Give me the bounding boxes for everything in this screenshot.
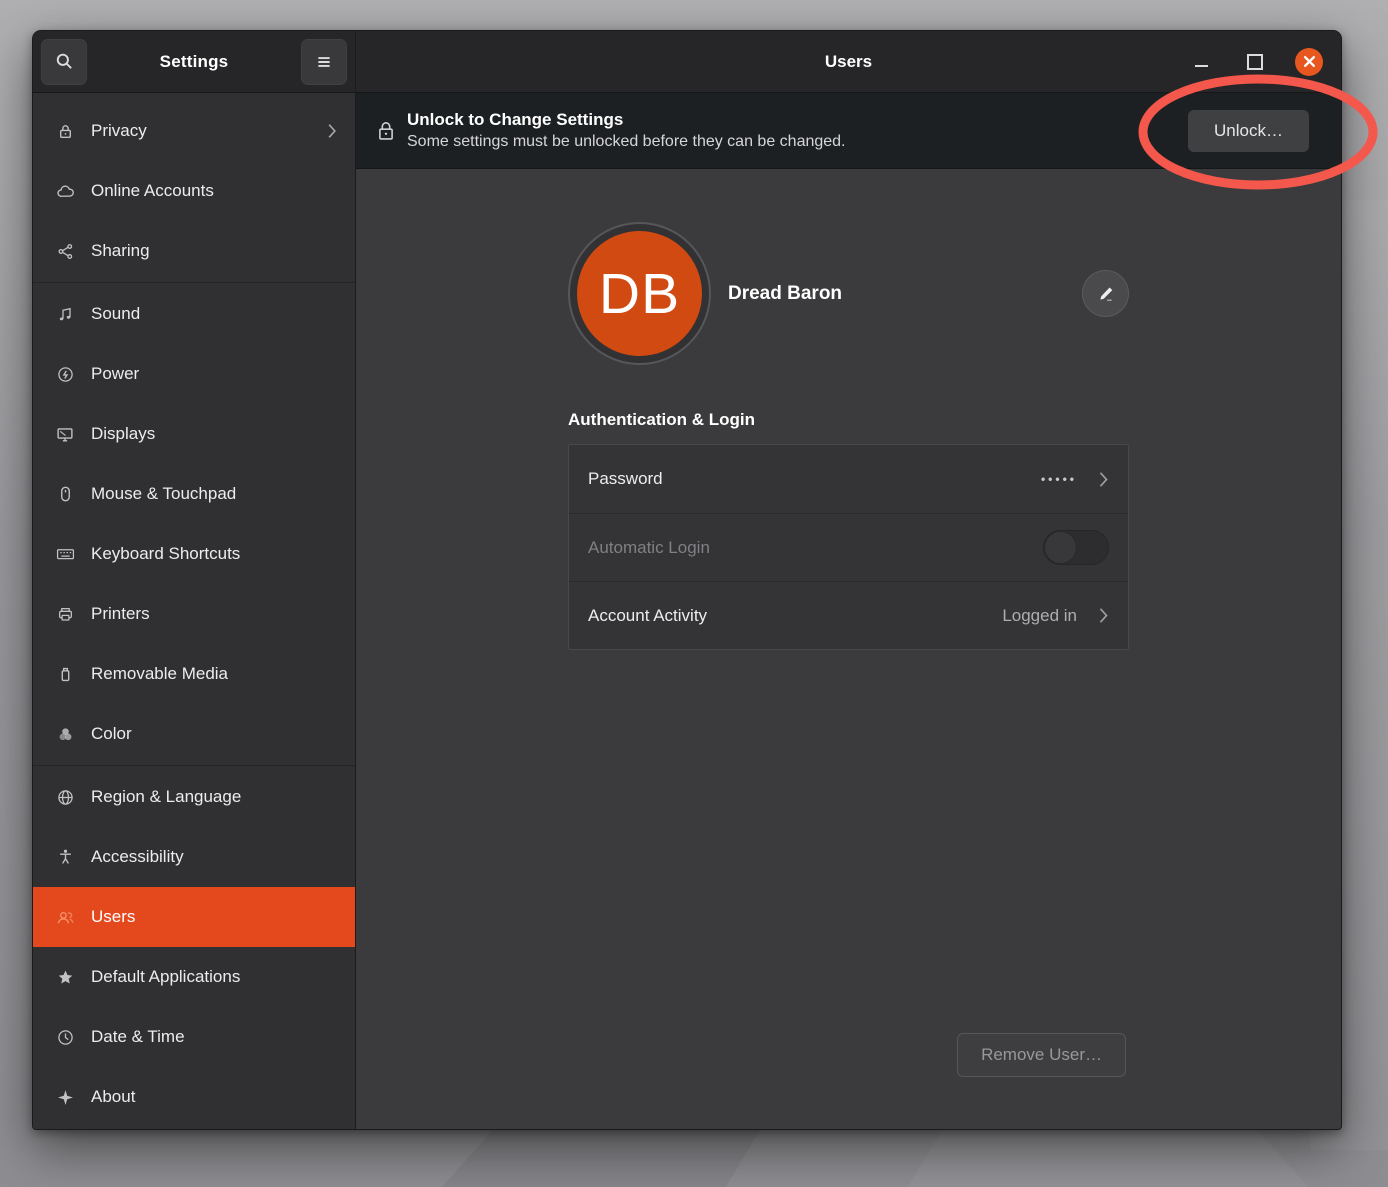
sidebar-item-region-language[interactable]: Region & Language <box>33 767 355 827</box>
people-icon <box>54 909 76 926</box>
sidebar-item-keyboard-shortcuts[interactable]: Keyboard Shortcuts <box>33 524 355 584</box>
power-icon <box>54 366 76 383</box>
automatic-login-toggle[interactable] <box>1043 530 1109 565</box>
automatic-login-row: Automatic Login <box>569 513 1128 581</box>
sidebar-item-label: Users <box>91 907 337 927</box>
display-icon <box>54 426 76 443</box>
auth-panel: Password ••••• Automatic Login <box>568 444 1129 650</box>
sidebar-item-default-applications[interactable]: Default Applications <box>33 947 355 1007</box>
keyboard-icon <box>54 546 76 562</box>
headerbar: Users <box>356 31 1341 93</box>
sidebar-item-users[interactable]: Users <box>33 887 355 947</box>
account-activity-label: Account Activity <box>588 606 1002 626</box>
sidebar-item-label: Color <box>91 724 337 744</box>
sidebar-item-about[interactable]: About <box>33 1067 355 1127</box>
sidebar: Settings Privacy <box>33 31 356 1129</box>
unlock-banner: Unlock to Change Settings Some settings … <box>356 93 1341 169</box>
unlock-banner-text: Unlock to Change Settings Some settings … <box>407 109 1177 153</box>
sidebar-item-label: Region & Language <box>91 787 337 807</box>
avatar: DB <box>577 231 702 356</box>
clock-icon <box>54 1029 76 1046</box>
pencil-icon <box>1097 285 1115 303</box>
window-close-button[interactable] <box>1295 48 1323 76</box>
sidebar-item-label: Power <box>91 364 337 384</box>
sidebar-item-power[interactable]: Power <box>33 344 355 404</box>
avatar-ring: DB <box>568 222 711 365</box>
sidebar-item-printers[interactable]: Printers <box>33 584 355 644</box>
music-note-icon <box>54 306 76 323</box>
users-content: DB Dread Baron Authentication & Login Pa <box>356 169 1341 1129</box>
menu-button[interactable] <box>301 39 347 85</box>
sidebar-item-label: Removable Media <box>91 664 337 684</box>
account-activity-row[interactable]: Account Activity Logged in <box>569 581 1128 649</box>
sidebar-item-label: Accessibility <box>91 847 337 867</box>
accessibility-person-icon <box>54 848 76 866</box>
sidebar-item-label: Sound <box>91 304 337 324</box>
sidebar-item-label: Printers <box>91 604 337 624</box>
main-panel: Users Unlock to Change Settings <box>356 31 1341 1129</box>
hamburger-menu-icon <box>315 53 333 71</box>
unlock-banner-title: Unlock to Change Settings <box>407 109 1177 132</box>
sidebar-item-privacy[interactable]: Privacy <box>33 101 355 161</box>
remove-user-button[interactable]: Remove User… <box>957 1033 1126 1077</box>
chevron-right-icon <box>1098 471 1109 488</box>
password-row[interactable]: Password ••••• <box>569 445 1128 513</box>
sidebar-separator <box>33 282 355 283</box>
app-title: Settings <box>95 52 293 72</box>
window-maximize-button[interactable] <box>1241 48 1269 76</box>
sparkle-icon <box>54 1089 76 1106</box>
sidebar-item-online-accounts[interactable]: Online Accounts <box>33 161 355 221</box>
sidebar-item-label: Mouse & Touchpad <box>91 484 337 504</box>
edit-name-button[interactable] <box>1082 270 1129 317</box>
user-identity-row: DB Dread Baron <box>568 222 1129 365</box>
automatic-login-label: Automatic Login <box>588 538 1043 558</box>
sidebar-item-sound[interactable]: Sound <box>33 284 355 344</box>
password-value: ••••• <box>1041 472 1077 486</box>
sidebar-item-label: Default Applications <box>91 967 337 987</box>
sidebar-item-removable-media[interactable]: Removable Media <box>33 644 355 704</box>
window-controls <box>1187 48 1341 76</box>
chevron-right-icon <box>1098 607 1109 624</box>
sidebar-item-label: Keyboard Shortcuts <box>91 544 337 564</box>
sidebar-item-label: Online Accounts <box>91 181 337 201</box>
sidebar-item-label: Displays <box>91 424 337 444</box>
sidebar-header: Settings <box>33 31 355 93</box>
color-circles-icon <box>54 726 76 743</box>
search-icon <box>55 52 74 71</box>
sidebar-item-label: Sharing <box>91 241 337 261</box>
close-icon <box>1303 55 1316 68</box>
lock-icon <box>376 120 396 142</box>
auth-section-title: Authentication & Login <box>568 410 1129 430</box>
chevron-right-icon <box>327 123 337 139</box>
globe-icon <box>54 789 76 806</box>
sidebar-separator <box>33 765 355 766</box>
settings-window: Settings Privacy <box>32 30 1342 1130</box>
lock-icon <box>54 123 76 140</box>
sidebar-item-accessibility[interactable]: Accessibility <box>33 827 355 887</box>
desktop-background: Settings Privacy <box>0 0 1388 1187</box>
sidebar-item-mouse-touchpad[interactable]: Mouse & Touchpad <box>33 464 355 524</box>
sidebar-item-label: About <box>91 1087 337 1107</box>
unlock-banner-subtitle: Some settings must be unlocked before th… <box>407 132 1177 153</box>
account-activity-value: Logged in <box>1002 606 1077 626</box>
mouse-icon <box>54 485 76 503</box>
password-label: Password <box>588 469 1041 489</box>
toggle-knob <box>1044 531 1077 564</box>
sidebar-item-color[interactable]: Color <box>33 704 355 764</box>
share-icon <box>54 243 76 260</box>
star-icon <box>54 969 76 986</box>
sidebar-item-label: Date & Time <box>91 1027 337 1047</box>
sidebar-item-displays[interactable]: Displays <box>33 404 355 464</box>
sidebar-item-date-time[interactable]: Date & Time <box>33 1007 355 1067</box>
unlock-button[interactable]: Unlock… <box>1188 110 1309 152</box>
printer-icon <box>54 606 76 623</box>
sidebar-item-sharing[interactable]: Sharing <box>33 221 355 281</box>
sidebar-list: Privacy Online Accounts Sharing <box>33 93 355 1129</box>
usb-drive-icon <box>54 665 76 683</box>
cloud-icon <box>54 183 76 200</box>
search-button[interactable] <box>41 39 87 85</box>
window-minimize-button[interactable] <box>1187 48 1215 76</box>
user-full-name: Dread Baron <box>728 283 842 305</box>
sidebar-item-label: Privacy <box>91 121 327 141</box>
